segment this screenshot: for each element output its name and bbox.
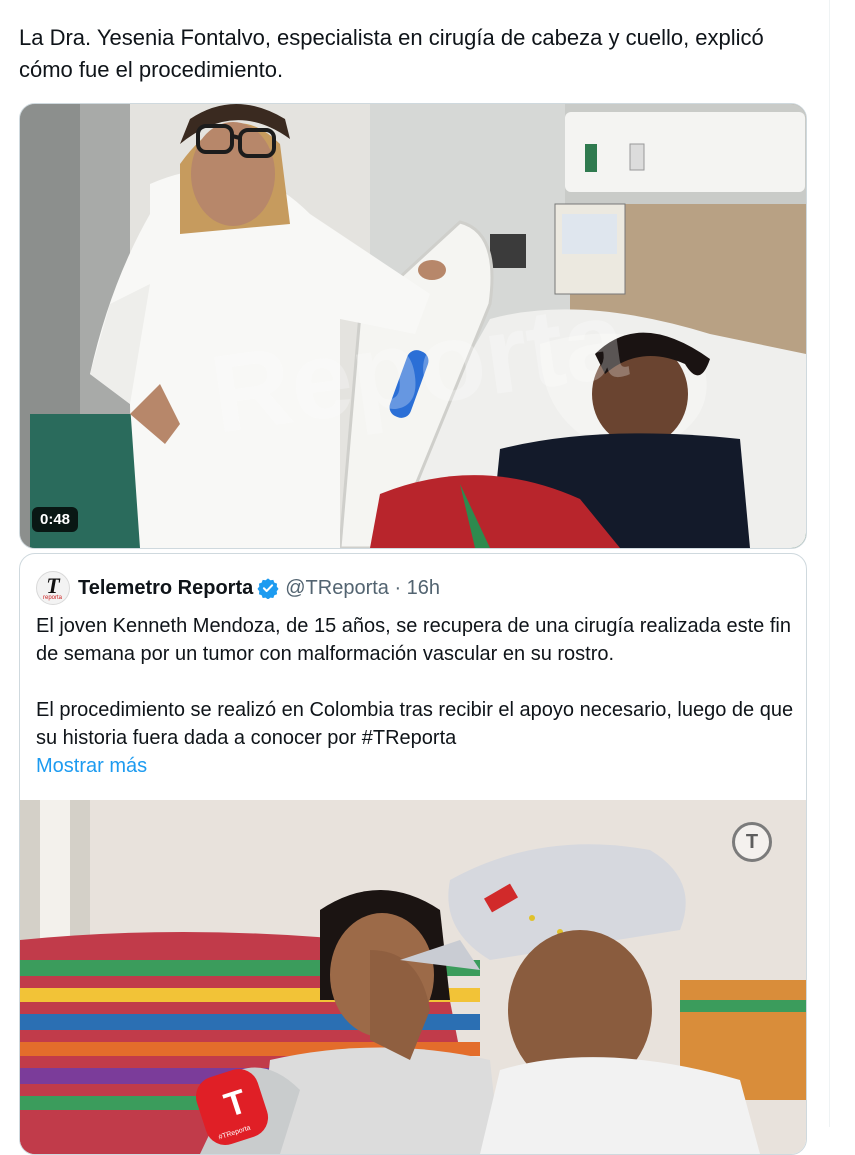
avatar[interactable]: T reporta [36, 571, 70, 605]
video-thumbnail: Reporta [20, 104, 806, 548]
channel-watermark: T [732, 822, 772, 862]
quoted-tweet-body: El joven Kenneth Mendoza, de 15 años, se… [36, 612, 796, 780]
author-handle-time[interactable]: @TReporta · 16h [285, 577, 440, 600]
show-more-link[interactable]: Mostrar más [36, 752, 796, 780]
photo-image: T #TReporta [20, 800, 806, 1154]
video-duration: 0:48 [32, 507, 79, 532]
timeline-divider [829, 0, 830, 1127]
avatar-letter: T [46, 573, 60, 598]
quoted-tweet-paragraph-1: El joven Kenneth Mendoza, de 15 años, se… [36, 615, 791, 665]
quoted-tweet[interactable]: T reporta Telemetro Reporta @TReporta · … [19, 553, 807, 1155]
quoted-tweet-photo[interactable]: T #TReporta T [20, 800, 806, 1154]
video-player[interactable]: Reporta 0:48 [19, 103, 807, 549]
author-name[interactable]: Telemetro Reporta [78, 577, 253, 600]
avatar-caption: reporta [43, 595, 63, 601]
quoted-tweet-header: T reporta Telemetro Reporta @TReporta · … [36, 571, 440, 605]
tweet-text: La Dra. Yesenia Fontalvo, especialista e… [19, 25, 764, 82]
verified-badge-icon [257, 578, 279, 599]
quoted-tweet-paragraph-2: El procedimiento se realizó en Colombia … [36, 699, 794, 749]
